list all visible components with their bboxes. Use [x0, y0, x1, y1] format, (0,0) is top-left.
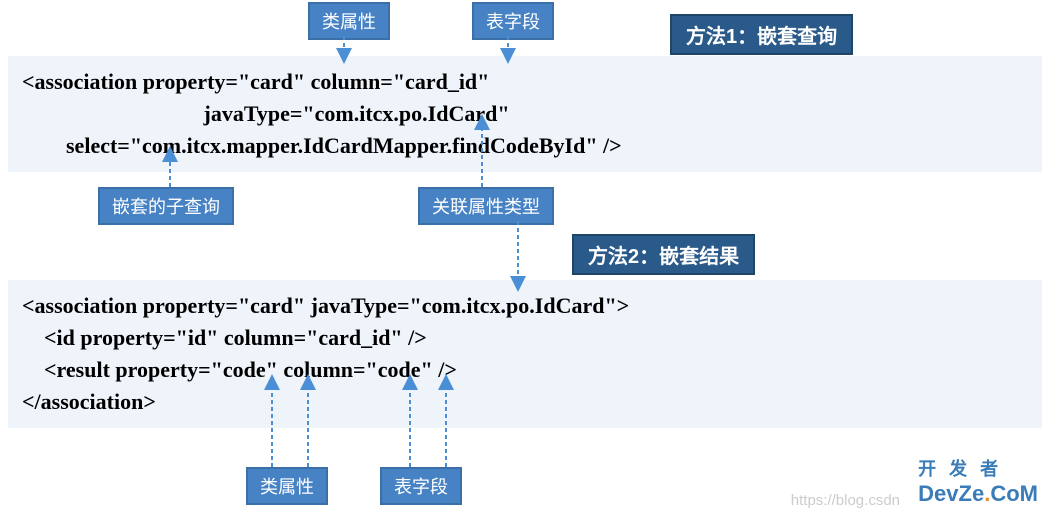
code2-line4: </association>: [22, 386, 1028, 418]
watermark-url: https://blog.csdn: [791, 492, 900, 509]
code1-line1: <association property="card" column="car…: [22, 66, 1028, 98]
code-block-2: <association property="card" javaType="c…: [8, 280, 1042, 428]
code-block-1: <association property="card" column="car…: [8, 56, 1042, 172]
label-nested-subquery: 嵌套的子查询: [98, 187, 234, 225]
code2-line3: <result property="code" column="code" />: [22, 354, 1028, 386]
code1-line3: select="com.itcx.mapper.IdCardMapper.fin…: [22, 130, 1028, 162]
code2-line1: <association property="card" javaType="c…: [22, 290, 1028, 322]
label-class-property-top: 类属性: [308, 2, 390, 40]
watermark-brand-a: DevZe: [918, 481, 984, 506]
watermark-brand-line2: DevZe.CoM: [918, 481, 1038, 507]
title-method1: 方法1：嵌套查询: [670, 14, 853, 55]
label-assoc-type: 关联属性类型: [418, 187, 554, 225]
code2-line2: <id property="id" column="card_id" />: [22, 322, 1028, 354]
label-class-property-bottom: 类属性: [246, 467, 328, 505]
watermark-brand-line1: 开 发 者: [918, 455, 1038, 481]
watermark-brand: 开 发 者 DevZe.CoM: [918, 455, 1038, 507]
title-method2: 方法2：嵌套结果: [572, 234, 755, 275]
watermark-brand-c: CoM: [990, 481, 1038, 506]
code1-line2: javaType="com.itcx.po.IdCard": [22, 98, 1028, 130]
label-table-field-top: 表字段: [472, 2, 554, 40]
label-table-field-bottom: 表字段: [380, 467, 462, 505]
